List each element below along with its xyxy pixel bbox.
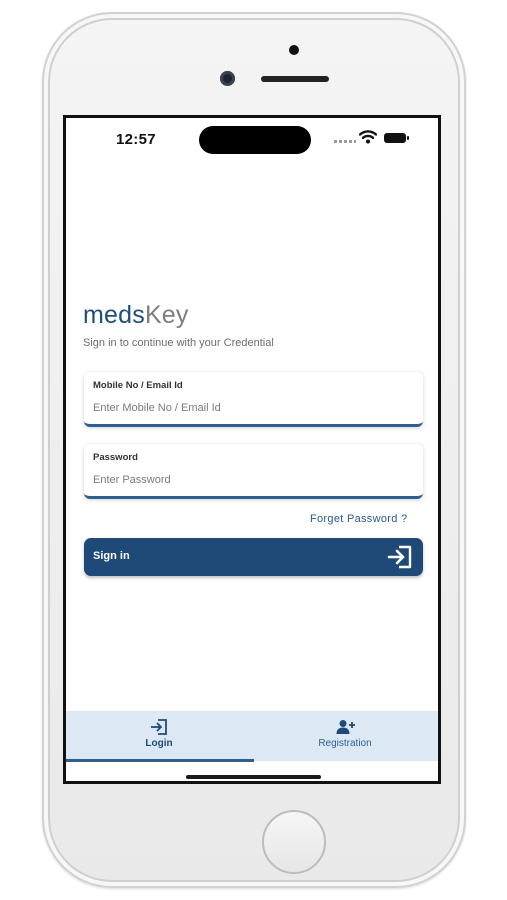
front-camera [220, 71, 235, 86]
logo-part-key: Key [144, 301, 189, 329]
tab-registration-label: Registration [318, 738, 372, 749]
app-screen: 12:57 medsKey Sign in to continue with y… [63, 115, 441, 784]
battery-icon [384, 133, 409, 143]
signin-button[interactable]: Sign in [84, 538, 423, 576]
signal-icon [334, 140, 356, 143]
login-icon [151, 719, 167, 735]
bottom-tab-bar: Login Registration [66, 711, 438, 761]
active-tab-indicator [66, 759, 254, 762]
tab-login[interactable]: Login [66, 711, 252, 761]
front-sensor [289, 45, 299, 55]
wifi-icon [359, 130, 377, 144]
home-button[interactable] [262, 810, 326, 874]
password-field[interactable]: Password [84, 444, 423, 499]
password-label: Password [93, 452, 138, 463]
signin-label: Sign in [93, 550, 130, 562]
mobile-email-label: Mobile No / Email Id [93, 380, 183, 391]
dynamic-island [199, 126, 311, 154]
login-arrow-icon [387, 545, 412, 569]
mobile-email-field[interactable]: Mobile No / Email Id [84, 372, 423, 427]
tab-login-label: Login [145, 738, 173, 749]
forgot-password-link[interactable]: Forget Password ? [310, 513, 407, 525]
mobile-email-input[interactable] [91, 398, 415, 418]
password-input[interactable] [91, 470, 415, 490]
add-user-icon [336, 720, 355, 734]
logo-part-meds: meds [83, 301, 145, 329]
home-indicator [186, 775, 321, 779]
tab-registration[interactable]: Registration [252, 711, 438, 761]
app-logo: medsKey [83, 301, 189, 330]
signin-subtitle: Sign in to continue with your Credential [83, 337, 274, 349]
status-time: 12:57 [116, 131, 156, 148]
earpiece-speaker [261, 76, 329, 82]
